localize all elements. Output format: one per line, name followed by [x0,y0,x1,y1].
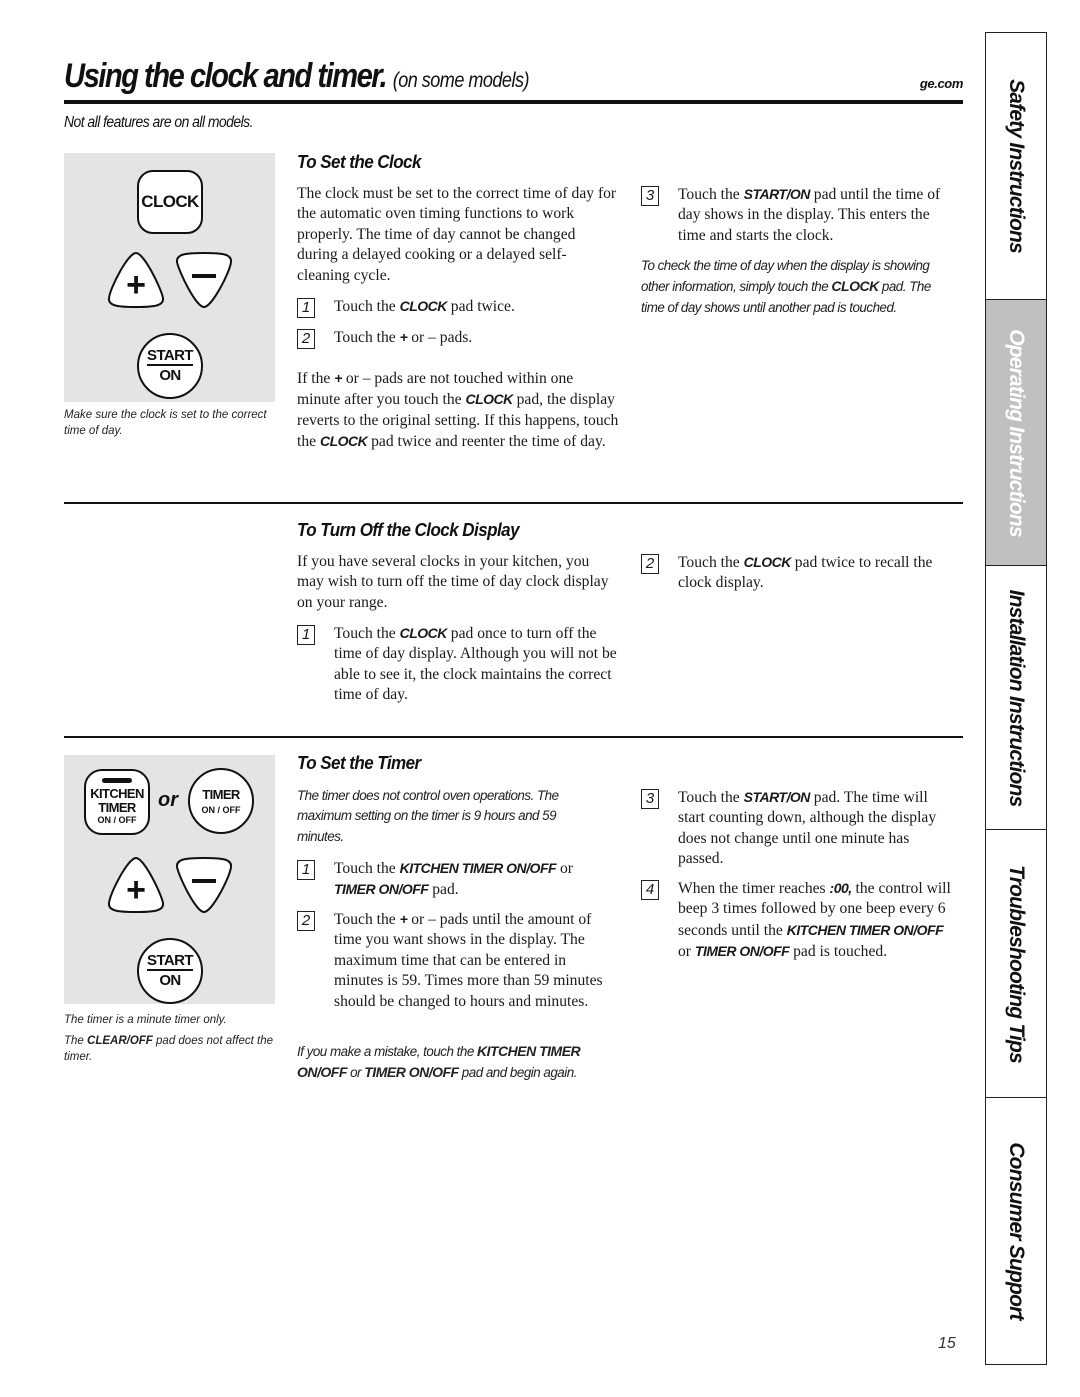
step-text: Touch the + or – pads. [334,329,473,346]
timer-pad-label: TIMER [98,800,136,815]
kitchen-pad-label: KITCHEN [90,786,144,801]
start-on-pad: START ON [137,333,203,399]
tab-label: Troubleshooting Tips [1005,864,1028,1063]
section-divider [64,502,963,504]
step-number: 2 [297,911,315,931]
plus-pad: + [107,251,165,309]
page-title-sub: (on some models) [392,69,530,92]
on-pad-label: ON [159,367,181,384]
set-timer-heading: To Set the Timer [297,752,421,773]
step-text: Touch the CLOCK pad twice to recall the … [678,554,933,592]
tab-troubleshooting-tips[interactable]: Troubleshooting Tips [985,829,1047,1098]
models-note: Not all features are on all models. [64,114,253,131]
clock-caption: Make sure the clock is set to the correc… [64,409,267,437]
step-text: Touch the START/ON pad. The time will st… [678,789,937,868]
on-pad-label: ON [159,972,181,989]
step-text: Touch the + or – pads until the amount o… [334,911,603,1010]
or-label: or [158,789,178,811]
minus-icon [192,879,216,883]
start-on-pad: START ON [137,938,203,1004]
set-clock-intro: The clock must be set to the correct tim… [297,185,617,284]
plus-icon: + [126,266,146,304]
on-off-label: ON / OFF [201,804,241,815]
step-number: 1 [297,298,315,318]
set-timer-step-4: 4 When the timer reaches :00, the contro… [641,878,953,963]
set-clock-heading: To Set the Clock [297,151,421,172]
timer-on-off-pad: TIMER ON / OFF [188,768,254,834]
clock-pad-label: CLOCK [141,192,199,211]
step-number: 1 [297,860,315,880]
timer-caption-2: The CLEAR/OFF pad does not affect the ti… [64,1035,274,1063]
step-number: 3 [641,789,659,809]
clock-keypad-illustration: CLOCK + START ON [64,153,275,402]
tab-operating-instructions[interactable]: Operating Instructions [985,299,1047,566]
step-text: When the timer reaches :00, the control … [678,880,951,961]
kitchen-timer-indicator [102,778,132,783]
start-pad-label: START [147,952,194,971]
turn-off-step-2: 2 Touch the CLOCK pad twice to recall th… [641,552,951,594]
mistake-note: If you make a mistake, touch the KITCHEN… [297,1043,581,1081]
set-clock-step-1: 1 Touch the CLOCK pad twice. [297,296,617,318]
step-number: 2 [297,329,315,349]
set-timer-step-1: 1 Touch the KITCHEN TIMER ON/OFF or TIME… [297,858,617,901]
minus-pad [175,251,233,309]
timer-caption-1: The timer is a minute timer only. [64,1014,227,1026]
minus-pad [175,856,233,914]
tab-label: Operating Instructions [1005,328,1028,537]
minus-icon [192,274,216,278]
set-clock-timeout-note: If the + or – pads are not touched withi… [297,370,619,451]
set-clock-step-3: 3 Touch the START/ON pad until the time … [641,184,951,246]
set-clock-step-2: 2 Touch the + or – pads. [297,327,617,349]
step-text: Touch the START/ON pad until the time of… [678,186,941,244]
page-title-text: Using the clock and timer. [64,57,388,95]
site-link[interactable]: ge.com [920,76,964,91]
on-off-label: ON / OFF [97,815,137,825]
step-number: 3 [641,186,659,206]
turn-off-step-1: 1 Touch the CLOCK pad once to turn off t… [297,623,617,706]
set-timer-intro: The timer does not control oven operatio… [297,788,559,844]
set-timer-step-2: 2 Touch the + or – pads until the amount… [297,909,617,1012]
tab-label: Safety Instructions [1005,79,1028,253]
tab-label: Installation Instructions [1005,589,1028,806]
start-pad-label: START [147,347,194,366]
clock-pad: CLOCK [137,170,203,234]
step-number: 4 [641,880,659,900]
timer-keypad-illustration: KITCHEN TIMER ON / OFF or TIMER ON / OFF… [64,755,275,1004]
step-text: Touch the KITCHEN TIMER ON/OFF or TIMER … [334,860,573,899]
step-text: Touch the CLOCK pad once to turn off the… [334,625,617,704]
page-number: 15 [938,1335,956,1352]
plus-pad: + [107,856,165,914]
page-title: Using the clock and timer. (on some mode… [64,56,529,101]
set-timer-step-3: 3 Touch the START/ON pad. The time will … [641,787,953,870]
timer-label: TIMER [202,786,240,802]
kitchen-timer-pad: KITCHEN TIMER ON / OFF [84,769,150,835]
turn-off-display-intro: If you have several clocks in your kitch… [297,553,609,611]
step-number: 2 [641,554,659,574]
section-divider [64,736,963,738]
check-time-note: To check the time of day when the displa… [641,258,931,315]
header-rule [64,100,963,104]
step-number: 1 [297,625,315,645]
tab-safety-instructions[interactable]: Safety Instructions [985,32,1047,300]
tab-consumer-support[interactable]: Consumer Support [985,1097,1047,1365]
tab-installation-instructions[interactable]: Installation Instructions [985,565,1047,830]
tab-label: Consumer Support [1005,1142,1028,1320]
step-text: Touch the CLOCK pad twice. [334,298,515,315]
turn-off-display-heading: To Turn Off the Clock Display [297,519,520,540]
plus-icon: + [126,871,146,909]
